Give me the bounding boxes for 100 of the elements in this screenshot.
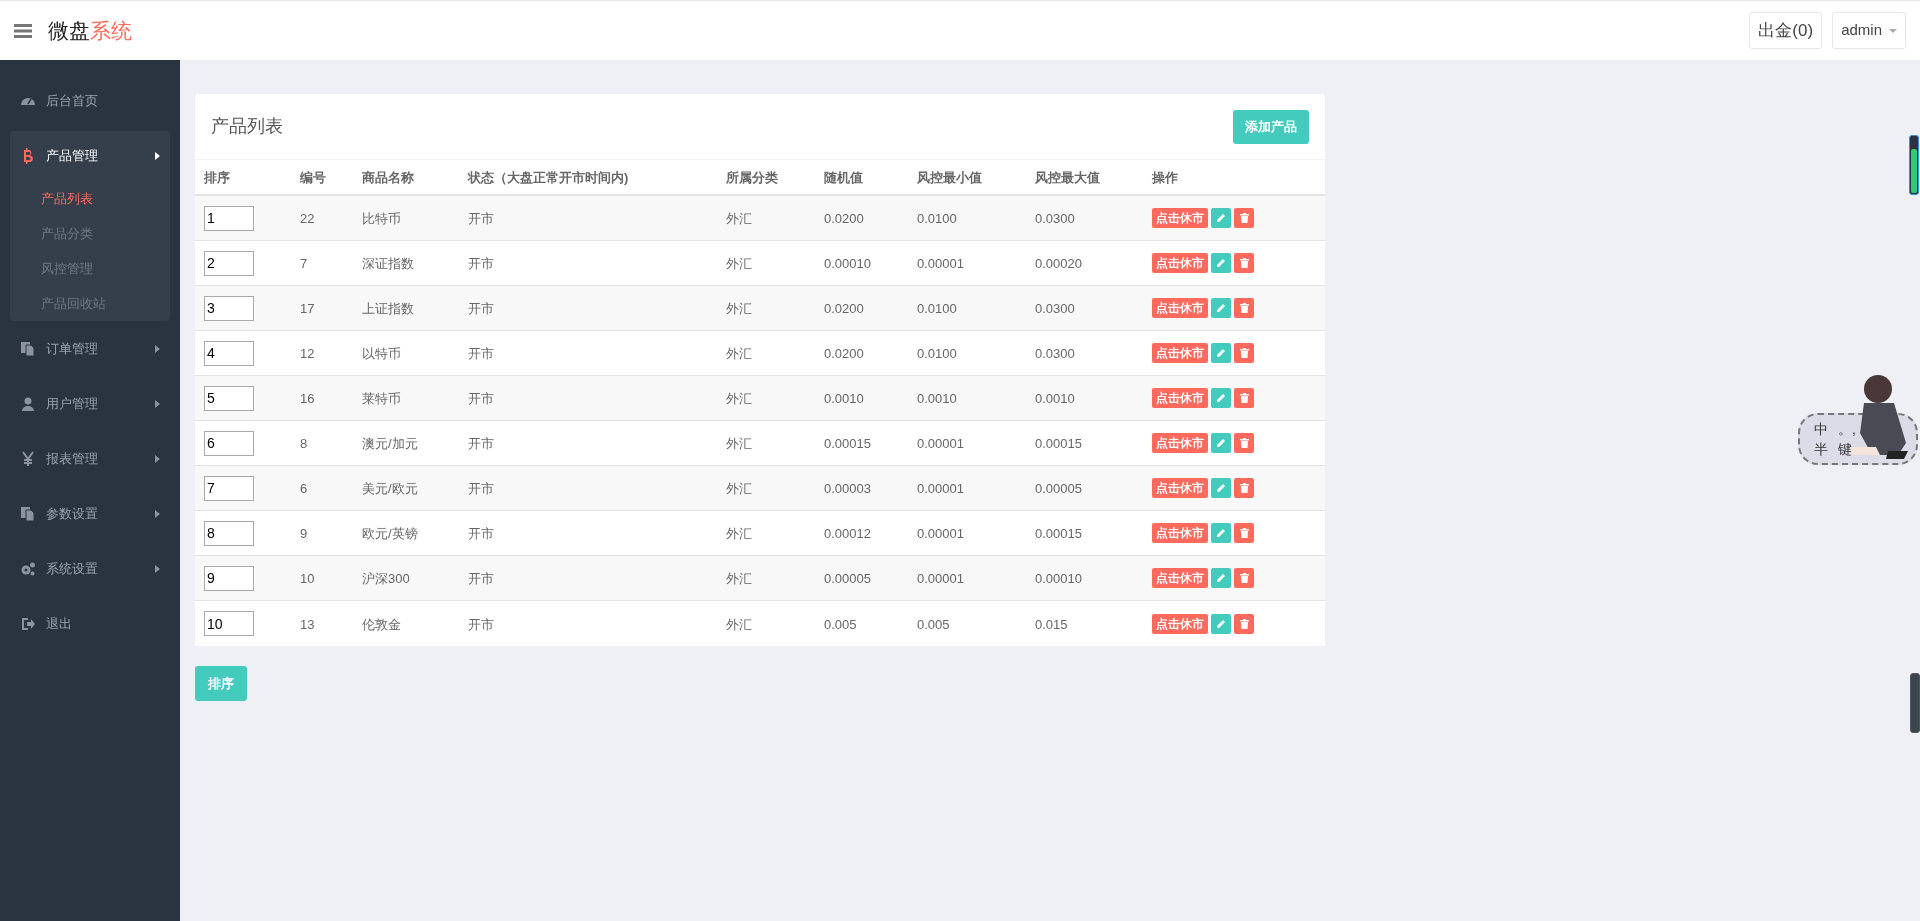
order-input[interactable]: 9 (204, 565, 254, 591)
column-header: 状态（大盘正常开市时间内) (468, 170, 629, 185)
table-cell: 外汇 (726, 391, 752, 406)
delete-button[interactable] (1234, 478, 1254, 498)
sidebar-item[interactable]: 产品管理 (10, 131, 170, 181)
table-cell: 外汇 (726, 211, 752, 226)
column-header: 所属分类 (726, 170, 778, 185)
delete-button[interactable] (1234, 613, 1254, 634)
close-market-button[interactable]: 点击休市 (1152, 208, 1208, 228)
table-cell: 外汇 (726, 346, 752, 361)
close-market-button[interactable]: 点击休市 (1152, 343, 1208, 363)
sidebar-item[interactable]: 参数设置 (10, 486, 170, 541)
table-cell: 17 (300, 301, 315, 316)
close-market-button[interactable]: 点击休市 (1152, 523, 1208, 543)
table-cell: 外汇 (726, 256, 752, 271)
delete-button[interactable] (1234, 208, 1254, 228)
order-input[interactable]: 10 (204, 611, 254, 636)
table-cell: 莱特币 (362, 391, 401, 406)
close-market-button[interactable]: 点击休市 (1152, 253, 1208, 273)
pencil-icon (1216, 348, 1226, 358)
table-cell: 9 (300, 526, 308, 541)
delete-button[interactable] (1234, 298, 1254, 318)
order-input[interactable]: 8 (204, 520, 254, 546)
table-cell: 外汇 (726, 616, 752, 632)
delete-button[interactable] (1234, 343, 1254, 363)
table-cell: 0.015 (1035, 616, 1068, 632)
table-cell: 深证指数 (362, 256, 414, 271)
table-cell: 0.00015 (1035, 526, 1082, 541)
trash-icon (1239, 258, 1249, 268)
edit-button[interactable] (1211, 523, 1231, 543)
close-market-button[interactable]: 点击休市 (1152, 388, 1208, 408)
close-market-button[interactable]: 点击休市 (1152, 613, 1208, 634)
table-cell: 0.0010 (824, 391, 864, 406)
ime-mode-text: 半 (1814, 440, 1828, 459)
close-market-button[interactable]: 点击休市 (1152, 298, 1208, 318)
sidebar-item[interactable]: 退出 (10, 596, 170, 651)
edit-button[interactable] (1211, 208, 1231, 228)
order-input[interactable]: 2 (204, 250, 254, 276)
delete-button[interactable] (1234, 388, 1254, 408)
delete-button[interactable] (1234, 523, 1254, 543)
delete-button[interactable] (1234, 253, 1254, 273)
edit-button[interactable] (1211, 298, 1231, 318)
edit-button[interactable] (1211, 388, 1231, 408)
order-input[interactable]: 3 (204, 295, 254, 321)
table-cell: 0.0300 (1035, 346, 1075, 361)
table-cell: 0.0200 (824, 301, 864, 316)
close-market-button[interactable]: 点击休市 (1152, 568, 1208, 588)
table-cell: 开市 (468, 256, 494, 271)
order-input[interactable]: 1 (204, 205, 254, 231)
table-cell: 0.0010 (917, 391, 957, 406)
table-cell: 外汇 (726, 436, 752, 451)
order-input[interactable]: 5 (204, 385, 254, 411)
table-cell: 美元/欧元 (362, 481, 418, 496)
column-header: 风控最小值 (917, 170, 982, 185)
edit-button[interactable] (1211, 568, 1231, 588)
close-market-button[interactable]: 点击休市 (1152, 478, 1208, 498)
table-cell: 0.00020 (1035, 256, 1082, 271)
menu-icon[interactable] (14, 23, 32, 38)
order-input[interactable]: 6 (204, 430, 254, 456)
user-dropdown[interactable]: admin (1832, 12, 1906, 49)
table-cell: 0.00012 (824, 526, 871, 541)
table-cell: 开市 (468, 481, 494, 496)
sidebar-item[interactable]: 订单管理 (10, 321, 170, 376)
trash-icon (1239, 438, 1249, 448)
pencil-icon (1216, 618, 1226, 629)
sidebar-item[interactable]: 用户管理 (10, 376, 170, 431)
edit-button[interactable] (1211, 613, 1231, 634)
sidebar-item[interactable]: 后台首页 (10, 73, 170, 128)
table-cell: 0.00005 (1035, 481, 1082, 496)
edit-button[interactable] (1211, 433, 1231, 453)
trash-icon (1239, 213, 1249, 223)
table-cell: 0.00003 (824, 481, 871, 496)
edit-button[interactable] (1211, 253, 1231, 273)
table-cell: 0.00001 (917, 481, 964, 496)
sidebar-item[interactable]: 报表管理 (10, 431, 170, 486)
table-cell: 0.00001 (917, 256, 964, 271)
edit-button[interactable] (1211, 478, 1231, 498)
table-cell: 0.00010 (1035, 571, 1082, 586)
table-cell: 上证指数 (362, 301, 414, 316)
table-cell: 22 (300, 211, 315, 226)
table-cell: 伦敦金 (362, 616, 401, 632)
documents-icon (20, 340, 36, 357)
order-input[interactable]: 7 (204, 475, 254, 501)
sidebar-item[interactable]: 系统设置 (10, 541, 170, 596)
pencil-icon (1216, 573, 1226, 583)
delete-button[interactable] (1234, 433, 1254, 453)
table-cell: 10 (300, 571, 315, 586)
table-cell: 0.00005 (824, 571, 871, 586)
column-header: 操作 (1152, 170, 1178, 185)
order-input[interactable]: 4 (204, 340, 254, 366)
delete-button[interactable] (1234, 568, 1254, 588)
caret-icon (1889, 28, 1897, 33)
ime-mode-text: 。, (1838, 420, 1856, 439)
withdraw-button[interactable]: 出金(0) (1749, 12, 1823, 49)
close-market-button[interactable]: 点击休市 (1152, 433, 1208, 453)
submenu-item[interactable]: 产品列表 (10, 181, 170, 216)
table-cell: 0.005 (917, 616, 950, 632)
table-cell: 开市 (468, 571, 494, 586)
edit-button[interactable] (1211, 343, 1231, 363)
table-cell: 澳元/加元 (362, 436, 418, 451)
